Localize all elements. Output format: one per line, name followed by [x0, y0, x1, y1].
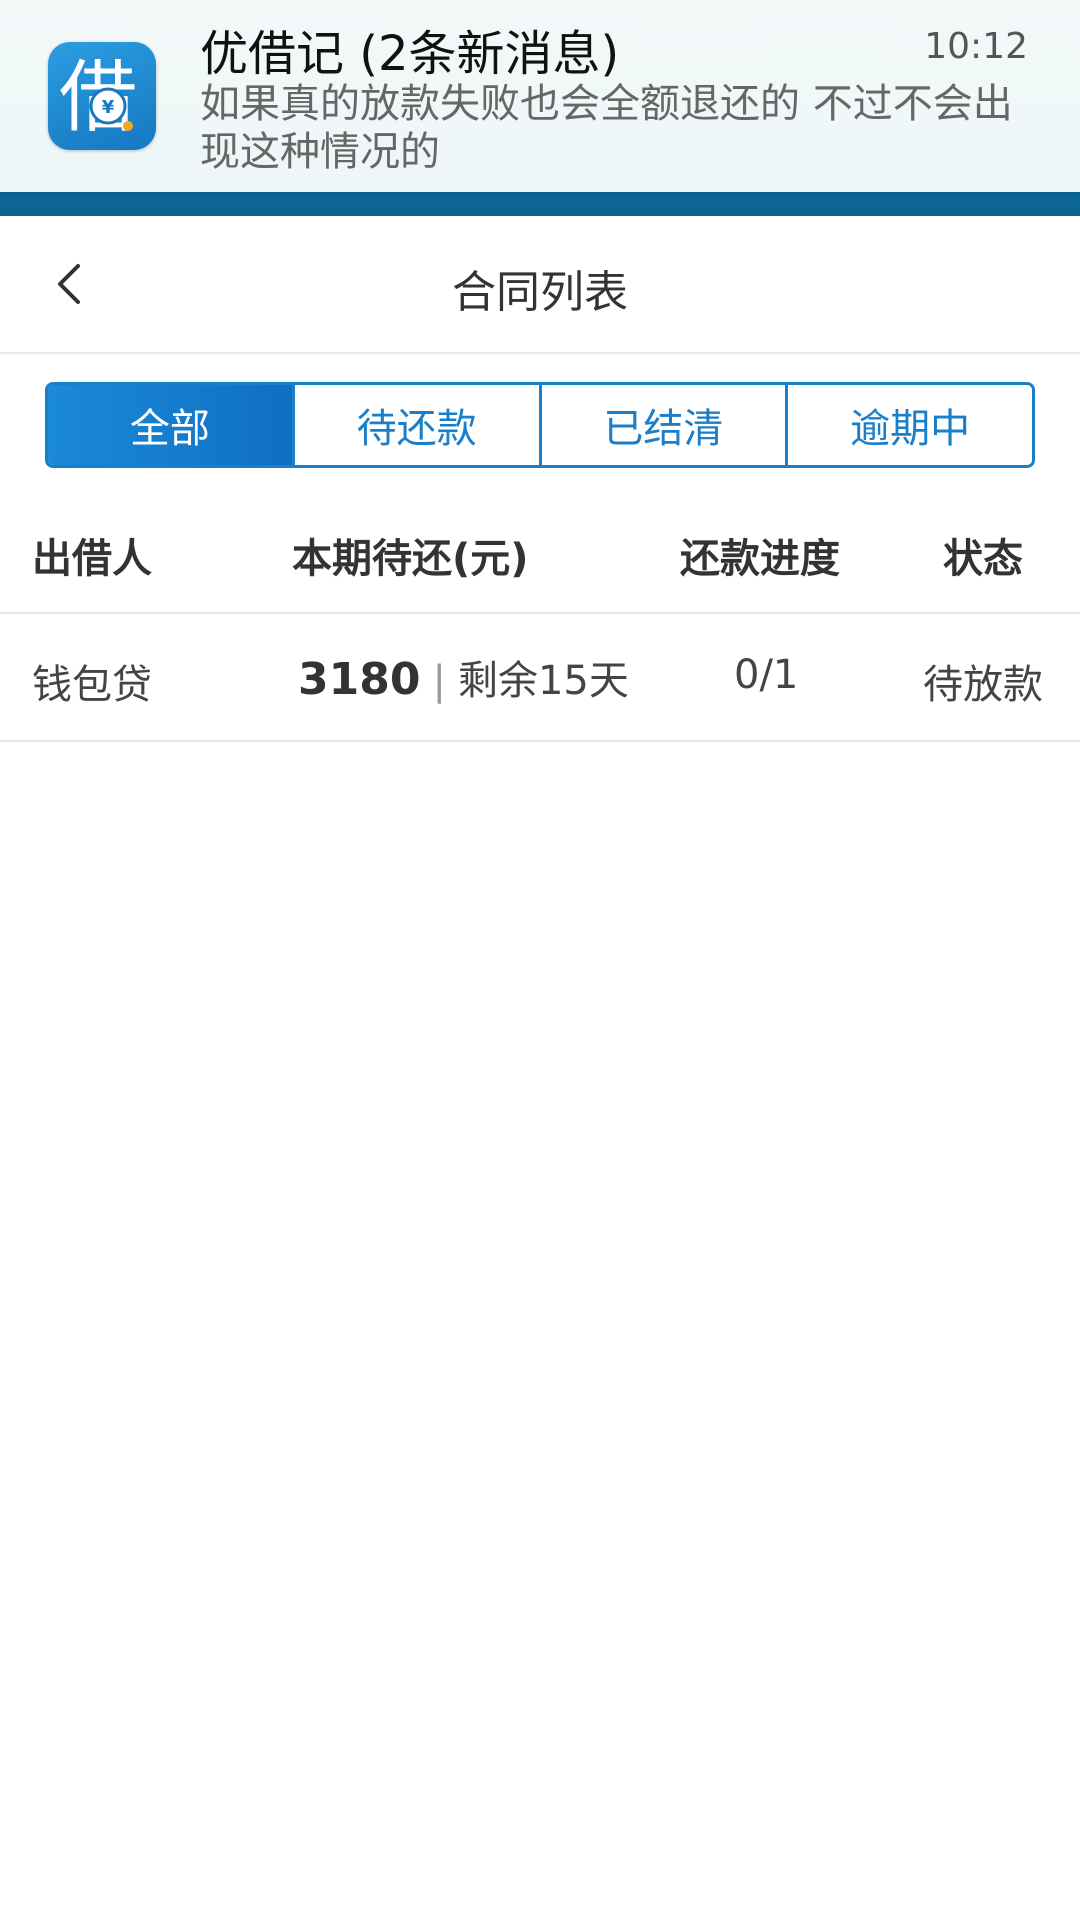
tab-all[interactable]: 全部 — [48, 385, 295, 465]
notification-banner[interactable]: 借 ¥ 优借记 (2条新消息) 10:12 如果真的放款失败也会全额退还的 不过… — [0, 0, 1080, 192]
app-logo-currency: ¥ — [102, 97, 115, 118]
app-logo-jie-icon: 借 ¥ — [48, 42, 156, 150]
notification-message: 如果真的放款失败也会全额退还的 不过不会出现这种情况的 — [200, 81, 1013, 175]
filter-tabs: 全部 待还款 已结清 逾期中 — [45, 382, 1035, 468]
row-lender: 钱包贷 — [32, 662, 152, 708]
notification-title: 优借记 (2条新消息) — [200, 26, 620, 82]
tab-overdue[interactable]: 逾期中 — [788, 385, 1032, 465]
row-status: 待放款 — [923, 662, 1043, 708]
column-header-due: 本期待还(元) — [292, 536, 529, 582]
row-amount: 3180 — [298, 654, 421, 705]
page-title: 合同列表 — [452, 267, 628, 318]
tab-pending-repayment[interactable]: 待还款 — [294, 385, 542, 465]
column-header-lender: 出借人 — [32, 536, 152, 582]
notification-time: 10:12 — [924, 26, 1028, 67]
column-header-status: 状态 — [943, 536, 1023, 582]
screen: 借 ¥ 优借记 (2条新消息) 10:12 如果真的放款失败也会全额退还的 不过… — [0, 0, 1080, 1920]
row-remaining-days: 剩余15天 — [457, 658, 629, 704]
row-due-cell: 3180 | 剩余15天 — [298, 648, 629, 706]
column-header-progress: 还款进度 — [680, 536, 840, 582]
navigation-bar: 合同列表 — [0, 216, 1080, 354]
table-row[interactable]: 钱包贷 3180 | 剩余15天 0/1 待放款 — [0, 614, 1080, 742]
table-header: 出借人 本期待还(元) 还款进度 状态 — [0, 492, 1080, 614]
row-progress: 0/1 — [734, 652, 799, 698]
row-separator: | — [432, 658, 446, 704]
tab-settled[interactable]: 已结清 — [541, 385, 789, 465]
